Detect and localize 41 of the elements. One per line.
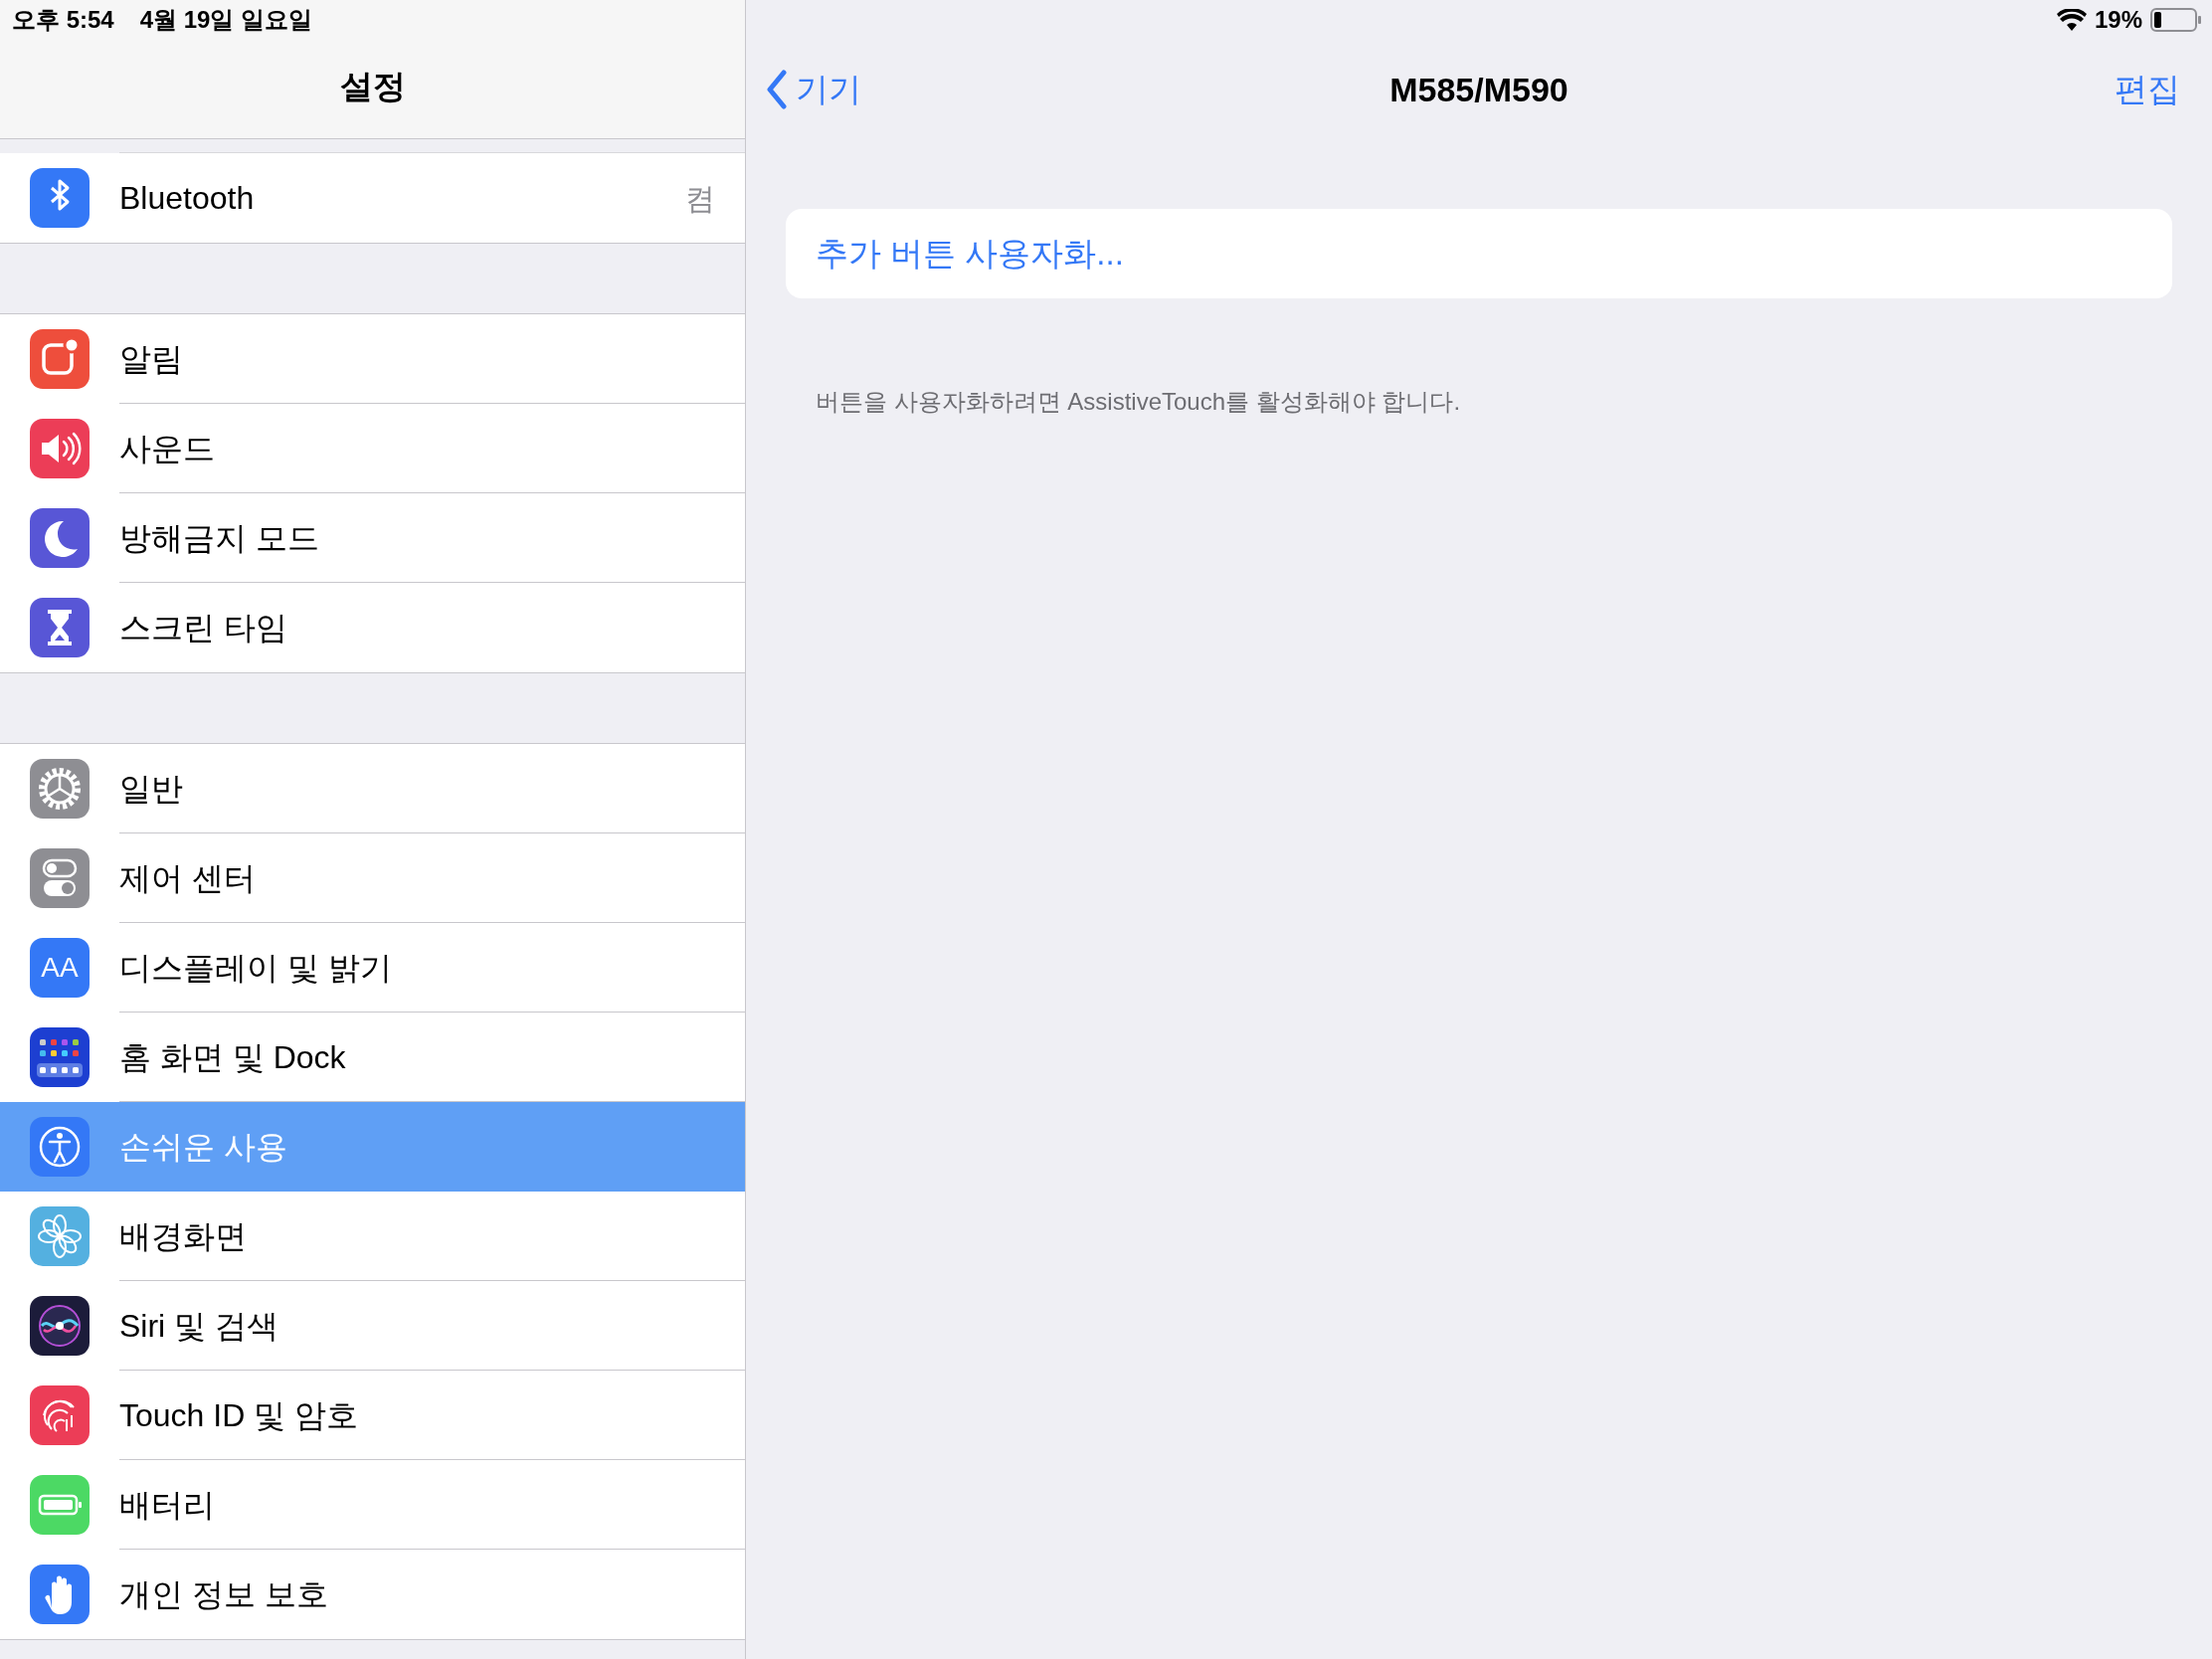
settings-row[interactable]: 알림 [0,314,745,404]
settings-row[interactable]: Touch ID 및 암호 [0,1371,745,1460]
footer-note: 버튼을 사용자화하려면 AssistiveTouch를 활성화해야 합니다. [816,388,1461,415]
settings-row[interactable]: 배경화면 [0,1192,745,1281]
settings-row[interactable]: 사운드 [0,404,745,493]
battery-percent: 19% [2094,5,2142,35]
accessibility-icon [30,1117,90,1177]
status-date: 4월 19일 일요일 [139,5,313,35]
sidebar-title: 설정 [339,66,406,106]
speaker-icon [30,419,90,478]
settings-row[interactable]: Bluetooth 켬 [0,153,745,243]
wifi-icon [2056,9,2087,31]
battery-icon [2150,8,2202,32]
hourglass-icon [30,598,90,657]
gear-icon [30,759,90,819]
app-grid-icon [30,1027,90,1087]
battery-icon [30,1475,90,1535]
siri-orb-icon [30,1296,90,1356]
hand-icon [30,1565,90,1624]
back-button[interactable]: 기기 [766,65,861,114]
row-value: 켬 [685,180,715,217]
text-size-icon: AA [30,938,90,998]
settings-row[interactable]: 배터리 [0,1460,745,1550]
settings-row[interactable]: 제어 센터 [0,833,745,923]
settings-row[interactable]: AA 디스플레이 및 밝기 [0,923,745,1013]
status-time: 오후 5:54 [12,5,114,35]
bluetooth-icon [30,168,90,228]
settings-row[interactable]: 스크린 타임 [0,583,745,672]
settings-row[interactable]: Siri 및 검색 [0,1281,745,1371]
settings-row[interactable]: 방해금지 모드 [0,493,745,583]
toggles-icon [30,848,90,908]
flower-icon [30,1206,90,1266]
settings-row[interactable]: 홈 화면 및 Dock [0,1013,745,1102]
notification-badge-icon [30,329,90,389]
page-title: M585/M590 [1389,69,1568,110]
settings-row[interactable]: 일반 [0,744,745,833]
settings-row[interactable]: 개인 정보 보호 [0,1550,745,1639]
chevron-left-icon [766,70,788,109]
edit-button[interactable]: 편집 [2115,65,2192,114]
moon-icon [30,508,90,568]
customize-buttons-link[interactable]: 추가 버튼 사용자화... [786,209,2172,298]
